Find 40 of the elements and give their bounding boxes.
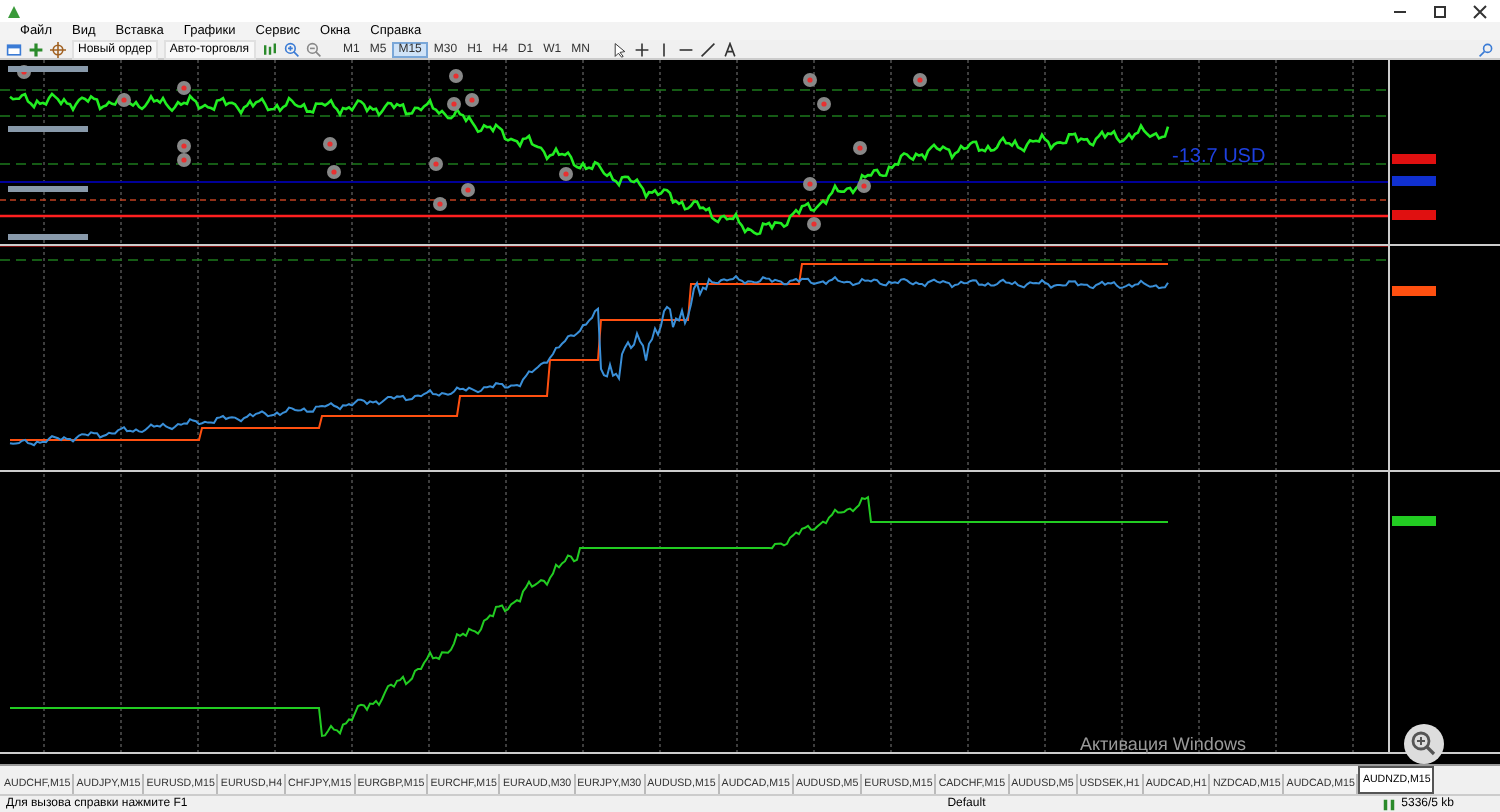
- trade-marker-icon: [449, 69, 463, 83]
- activation-notice: Активация Windows: [1080, 734, 1246, 754]
- trade-marker-icon: [817, 97, 831, 111]
- trade-marker-icon: [433, 197, 447, 211]
- profit-label: -13.7 USD: [1172, 146, 1266, 168]
- close-icon[interactable]: [1472, 3, 1488, 19]
- crosshair-icon[interactable]: [633, 41, 650, 57]
- trade-marker-icon: [447, 97, 461, 111]
- trade-marker-icon: [857, 179, 871, 193]
- trade-marker-icon: [803, 73, 817, 87]
- zoom-in-icon[interactable]: [283, 41, 300, 57]
- price-tag: [1392, 516, 1436, 526]
- trade-marker-icon: [177, 81, 191, 95]
- trade-marker-icon: [465, 93, 479, 107]
- plus-icon[interactable]: [28, 41, 44, 57]
- bar-chart-icon[interactable]: [261, 41, 278, 57]
- price-tag: [1392, 210, 1436, 220]
- zoom-icon[interactable]: [1404, 724, 1444, 764]
- trade-marker-icon: [429, 157, 443, 171]
- price-tag: [1392, 154, 1436, 164]
- trend-line-icon[interactable]: [699, 41, 716, 57]
- trade-marker-icon: [323, 137, 337, 151]
- maximize-icon[interactable]: [1432, 3, 1448, 19]
- trade-marker-icon: [559, 167, 573, 181]
- trade-marker-icon: [803, 177, 817, 191]
- window-icon[interactable]: [6, 41, 22, 57]
- price-tag: [1392, 286, 1436, 296]
- trade-marker-icon: [327, 165, 341, 179]
- trade-marker-icon: [807, 217, 821, 231]
- crosshair-icon[interactable]: [50, 41, 66, 57]
- trade-marker-icon: [913, 73, 927, 87]
- price-tag: [1392, 176, 1436, 186]
- cursor-icon[interactable]: [611, 41, 628, 57]
- trade-marker-icon: [853, 141, 867, 155]
- connection-icon: [1381, 797, 1396, 811]
- text-icon[interactable]: [721, 41, 738, 57]
- trade-marker-icon: [117, 93, 131, 107]
- zoom-out-icon[interactable]: [305, 41, 322, 57]
- search-icon[interactable]: [1478, 41, 1494, 57]
- trade-marker-icon: [461, 183, 475, 197]
